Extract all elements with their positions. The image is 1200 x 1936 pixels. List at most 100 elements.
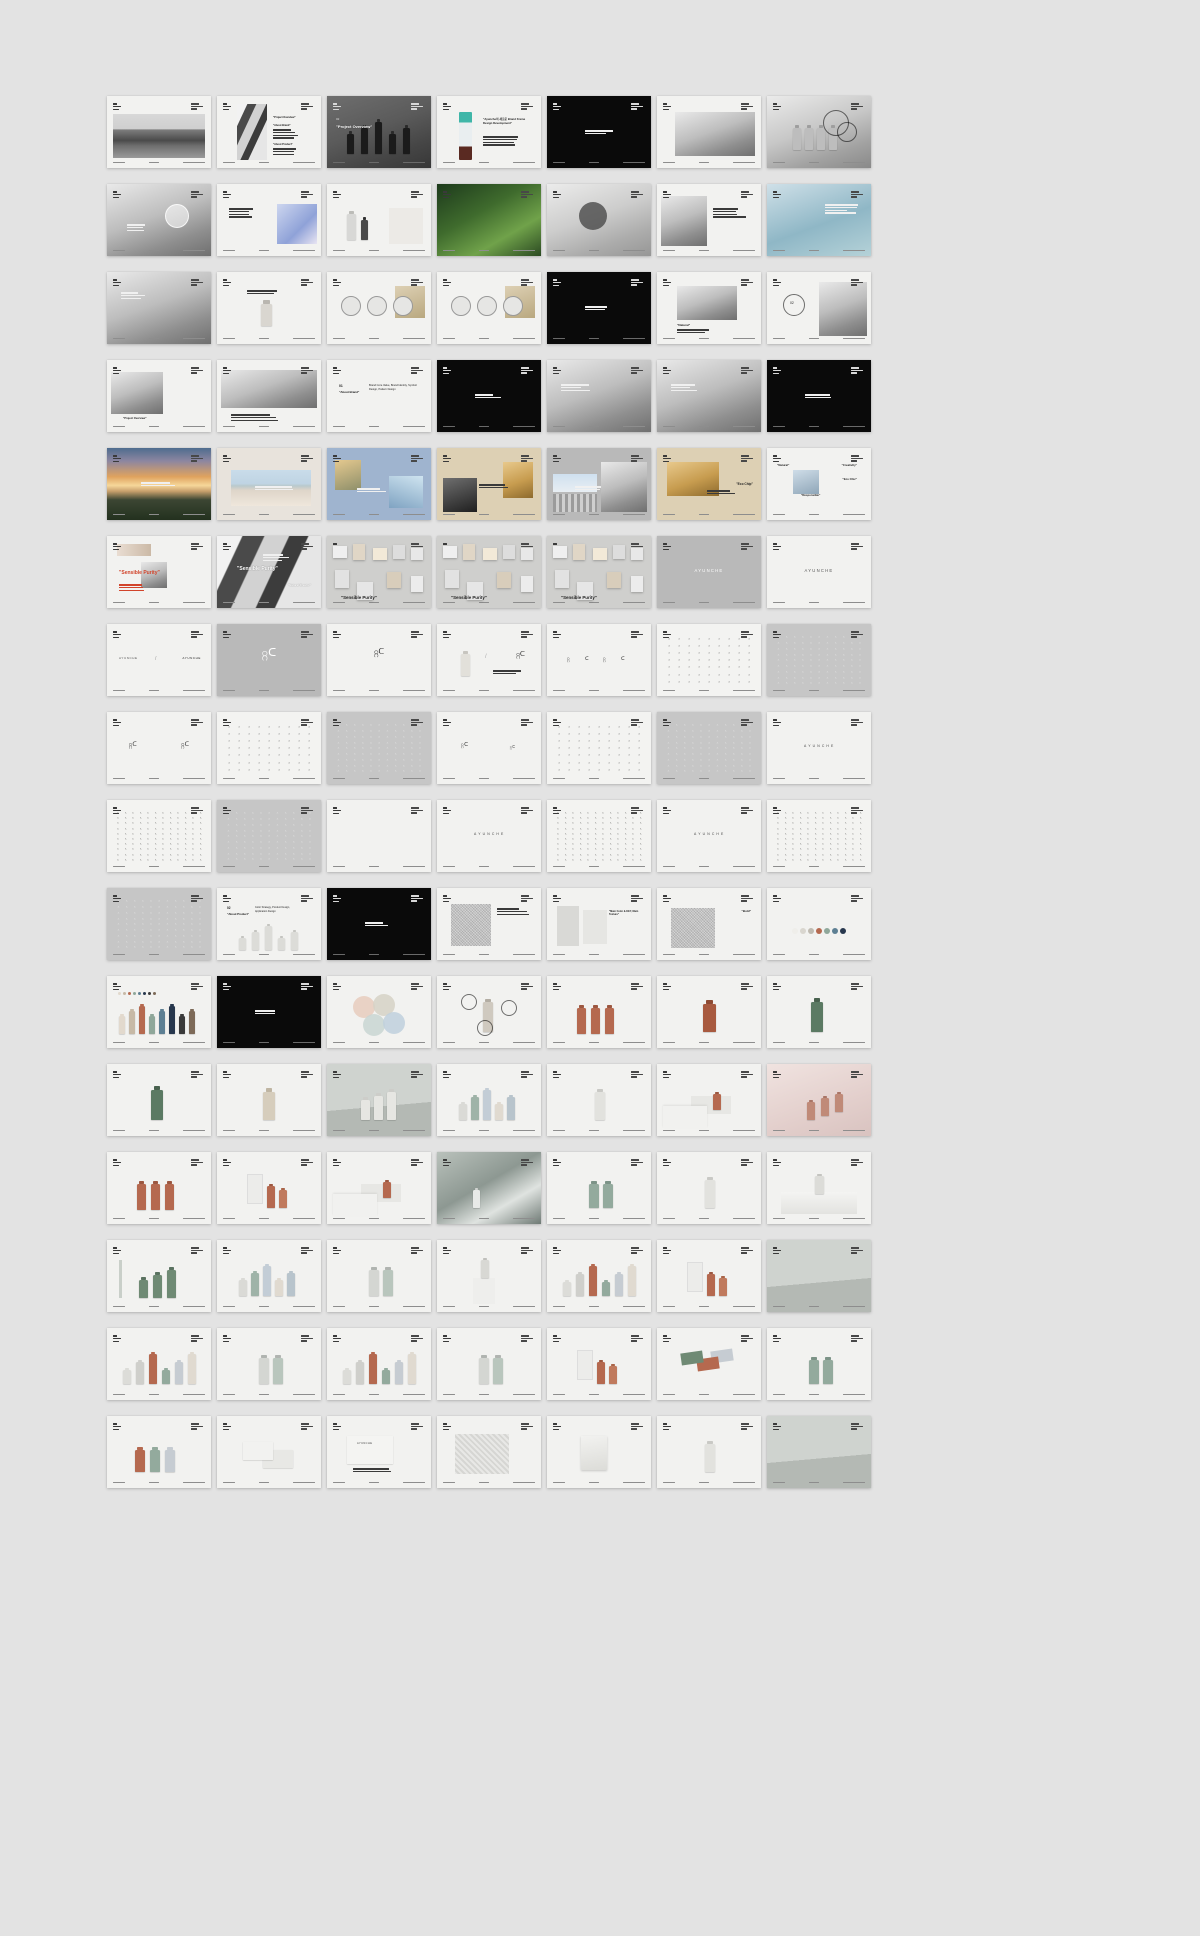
slide-thumbnail-bottle-terracotta[interactable] (657, 976, 761, 1048)
slide-thumbnail-pattern-dense-grey[interactable]: ႙႙႙႙႙႙႙႙႙႙႙႙႙႙႙႙႙႙႙႙႙႙႙႙႙႙႙႙႙႙႙႙႙႙႙႙႙႙႙႙… (217, 800, 321, 872)
slide-thumbnail-tubes-terracotta[interactable] (547, 976, 651, 1048)
slide-thumbnail-silk-drape[interactable] (437, 1152, 541, 1224)
slide-thumbnail-symbol-grey-large[interactable]: ႙ᑕ (217, 624, 321, 696)
slide-thumbnail-color-palette[interactable] (767, 888, 871, 960)
slide-thumbnail-hanbok-portrait[interactable] (767, 184, 871, 256)
slide-thumbnail-podium-white[interactable] (767, 1152, 871, 1224)
slide-thumbnail-symbol-variants[interactable]: ႙ ᑕ ႙ ᑕ (547, 624, 651, 696)
slide-thumbnail-main-color-texture-2[interactable]: "Bold" (657, 888, 761, 960)
slide-thumbnail-quote-blue-texture[interactable] (217, 184, 321, 256)
slide-thumbnail-symbol-white[interactable]: ႙ᑕ (327, 624, 431, 696)
slide-thumbnail-tubes-sage[interactable] (547, 1152, 651, 1224)
slide-thumbnail-brand-frame-intro[interactable]: "Ayunche의 새로운 Brand Frame Design Develop… (437, 96, 541, 168)
slide-thumbnail-pattern-sparse[interactable]: ႙႙႙႙႙႙႙႙႙႙႙႙႙႙႙႙႙႙႙႙႙႙႙႙႙႙႙႙႙႙႙႙႙႙႙႙႙႙႙႙… (547, 712, 651, 784)
slide-thumbnail-wordmark-light[interactable]: AYUNCHE (767, 536, 871, 608)
slide-thumbnail-outdoor-people-blue[interactable] (327, 448, 431, 520)
slide-thumbnail-bottles-lineup-white[interactable] (437, 1064, 541, 1136)
slide-thumbnail-pattern-grey-2[interactable]: ႙႙႙႙႙႙႙႙႙႙႙႙႙႙႙႙႙႙႙႙႙႙႙႙႙႙႙႙႙႙႙႙႙႙႙႙႙႙႙႙… (657, 712, 761, 784)
slide-thumbnail-full-range[interactable] (547, 1240, 651, 1312)
slide-thumbnail-sculpture-grey[interactable] (767, 1240, 871, 1312)
slide-thumbnail-pink-pedestals[interactable] (767, 1064, 871, 1136)
slide-thumbnail-eco-chip[interactable]: "Eco Chip" (657, 448, 761, 520)
slide-thumbnail-chapter-02-overview[interactable]: 02 "Project Overview" (327, 96, 431, 168)
slide-thumbnail-steps-white[interactable] (657, 1064, 761, 1136)
slide-thumbnail-product-hero-white[interactable] (327, 184, 431, 256)
slide-thumbnail-wordmark-tracked-2[interactable]: A Y U N C H E (657, 800, 761, 872)
slide-thumbnail-label-sheets[interactable] (657, 1240, 761, 1312)
slide-thumbnail-portrait-bw-2[interactable] (657, 184, 761, 256)
slide-thumbnail-retail-interior[interactable] (657, 96, 761, 168)
slide-thumbnail-bjk-covid[interactable]: "Project Overview" (107, 360, 211, 432)
slide-thumbnail-shelf-green[interactable] (107, 1240, 211, 1312)
slide-thumbnail-chapter-01-about-brand[interactable]: 01 "About Brand" Brand Core Value, Brand I… (327, 360, 431, 432)
slide-thumbnail-tote-bag[interactable] (767, 1416, 871, 1488)
slide-thumbnail-nature-grid-green[interactable] (437, 184, 541, 256)
slide-thumbnail-shopping-bag[interactable] (547, 1416, 651, 1488)
slide-thumbnail-city-bw[interactable] (217, 360, 321, 432)
slide-thumbnail-spec-sheet[interactable] (547, 1328, 651, 1400)
slide-thumbnail-pattern-dense-1[interactable]: ႙႙႙႙႙႙႙႙႙႙႙႙႙႙႙႙႙႙႙႙႙႙႙႙႙႙႙႙႙႙႙႙႙႙႙႙႙႙႙႙… (107, 800, 211, 872)
slide-thumbnail-symbol-pair[interactable]: ႙ᑕ ႙ᑕ (107, 712, 211, 784)
slide-thumbnail-palette-products[interactable] (107, 976, 211, 1048)
slide-thumbnail-bottle-tall[interactable] (657, 1152, 761, 1224)
slide-thumbnail-tubes-box[interactable] (217, 1152, 321, 1224)
slide-thumbnail-pedestal-tall[interactable] (437, 1240, 541, 1312)
slide-thumbnail-bottles-metal[interactable] (217, 1328, 321, 1400)
slide-thumbnail-lineup-green-blue[interactable] (217, 1240, 321, 1312)
slide-thumbnail-tubes-trio-color[interactable] (107, 1416, 211, 1488)
slide-thumbnail-perfume-still[interactable] (217, 272, 321, 344)
slide-thumbnail-black-divider-1[interactable] (547, 96, 651, 168)
slide-thumbnail-pattern-light-1[interactable]: ႙႙႙႙႙႙႙႙႙႙႙႙႙႙႙႙႙႙႙႙႙႙႙႙႙႙႙႙႙႙႙႙႙႙႙႙႙႙႙႙… (657, 624, 761, 696)
slide-thumbnail-bw-portrait-circles[interactable] (107, 184, 211, 256)
slide-thumbnail-pattern-light-2[interactable]: ႙႙႙႙႙႙႙႙႙႙႙႙႙႙႙႙႙႙႙႙႙႙႙႙႙႙႙႙႙႙႙႙႙႙႙႙႙႙႙႙… (217, 712, 321, 784)
slide-thumbnail-business-card[interactable] (217, 1416, 321, 1488)
slide-thumbnail-pattern-grey-1[interactable]: ႙႙႙႙႙႙႙႙႙႙႙႙႙႙႙႙႙႙႙႙႙႙႙႙႙႙႙႙႙႙႙႙႙႙႙႙႙႙႙႙… (767, 624, 871, 696)
slide-thumbnail-people-bw-2[interactable] (657, 360, 761, 432)
slide-thumbnail-pattern-mid-2[interactable]: ႙႙႙႙႙႙႙႙႙႙႙႙႙႙႙႙႙႙႙႙႙႙႙႙႙႙႙႙႙႙႙႙႙႙႙႙႙႙႙႙… (327, 712, 431, 784)
slide-thumbnail-pattern-full-bleed[interactable]: ႙႙႙႙႙႙႙႙႙႙႙႙႙႙႙႙႙႙႙႙႙႙႙႙႙႙႙႙႙႙႙႙႙႙႙႙႙႙႙႙… (107, 888, 211, 960)
slide-thumbnail-fashion-bw-pair[interactable] (107, 272, 211, 344)
slide-thumbnail-tubes-green-pair[interactable] (767, 1328, 871, 1400)
slide-thumbnail-black-divider-2[interactable] (547, 272, 651, 344)
slide-thumbnail-black-divider-4[interactable] (767, 360, 871, 432)
slide-thumbnail-contents[interactable]: "Project Overview" "About Brand" "About Pr… (217, 96, 321, 168)
slide-thumbnail-tubes-terracotta-row[interactable] (107, 1152, 211, 1224)
slide-thumbnail-sensible-purity-moodboard-1[interactable]: "Sensible Purity" (327, 536, 431, 608)
slide-thumbnail-wordmark-spaced[interactable]: A Y U N C H E (767, 712, 871, 784)
slide-thumbnail-circles-on-photo[interactable] (547, 184, 651, 256)
slide-thumbnail-architecture-grey[interactable] (547, 448, 651, 520)
slide-thumbnail-bottle-pedestal-final[interactable] (657, 1416, 761, 1488)
slide-thumbnail-pattern-dense-2[interactable]: ႙႙႙႙႙႙႙႙႙႙႙႙႙႙႙႙႙႙႙႙႙႙႙႙႙႙႙႙႙႙႙႙႙႙႙႙႙႙႙႙… (547, 800, 651, 872)
slide-thumbnail-tube-green[interactable] (767, 976, 871, 1048)
slide-thumbnail-bottles-pale[interactable] (327, 1240, 431, 1312)
slide-thumbnail-sensible-purity-red[interactable]: "Sensible Purity" (107, 536, 211, 608)
slide-thumbnail-bottle-sand[interactable] (217, 1064, 321, 1136)
slide-thumbnail-bottles-studio-grey[interactable] (327, 1064, 431, 1136)
slide-thumbnail-main-color-texture-1[interactable]: "Main Color & KEY, Main Texture" (547, 888, 651, 960)
slide-thumbnail-sensible-purity-moodboard-2[interactable]: "Sensible Purity" (437, 536, 541, 608)
slide-thumbnail-pattern-fabric[interactable] (437, 1416, 541, 1488)
slide-thumbnail-beach-walker[interactable] (217, 448, 321, 520)
slide-thumbnail-range-silver[interactable] (107, 1328, 211, 1400)
slide-thumbnail-bottle-single[interactable] (547, 1064, 651, 1136)
slide-thumbnail-sunset-riverside[interactable] (107, 448, 211, 520)
slide-thumbnail-range-mixed[interactable] (327, 1328, 431, 1400)
slide-thumbnail-pattern-dense-3[interactable]: ႙႙႙႙႙႙႙႙႙႙႙႙႙႙႙႙႙႙႙႙႙႙႙႙႙႙႙႙႙႙႙႙႙႙႙႙႙႙႙႙… (767, 800, 871, 872)
slide-thumbnail-envelope-stationery[interactable]: AYUNCHE (327, 1416, 431, 1488)
slide-thumbnail-black-divider-6[interactable] (217, 976, 321, 1048)
slide-thumbnail-people-bw-1[interactable] (547, 360, 651, 432)
slide-thumbnail-wordmark-grey[interactable]: AYUNCHE (657, 536, 761, 608)
slide-thumbnail-process-diagram-2[interactable] (437, 272, 541, 344)
slide-thumbnail-wordmark-compare[interactable]: AYUNCHE / AYUNCHE (107, 624, 211, 696)
slide-thumbnail-bottles-green[interactable] (437, 1328, 541, 1400)
slide-thumbnail-black-divider-3[interactable] (437, 360, 541, 432)
slide-thumbnail-process-diagram-1[interactable] (327, 272, 431, 344)
slide-thumbnail-sensible-purity-moodboard-3[interactable]: "Sensible Purity" (547, 536, 651, 608)
slide-thumbnail-sensible-purity-photo[interactable]: "Sensible Purity" "Natural Creator" (217, 536, 321, 608)
slide-thumbnail-product-analysis[interactable] (437, 976, 541, 1048)
slide-thumbnail-natural-creativity[interactable]: "Natural" "Creativity" "Eco Chic" "Responsi… (767, 448, 871, 520)
slide-thumbnail-label-flatlay[interactable] (657, 1328, 761, 1400)
slide-thumbnail-tube-open-green[interactable] (107, 1064, 211, 1136)
slide-thumbnail-texture-noise[interactable] (437, 888, 541, 960)
slide-thumbnail-venn-diagram[interactable] (327, 976, 431, 1048)
